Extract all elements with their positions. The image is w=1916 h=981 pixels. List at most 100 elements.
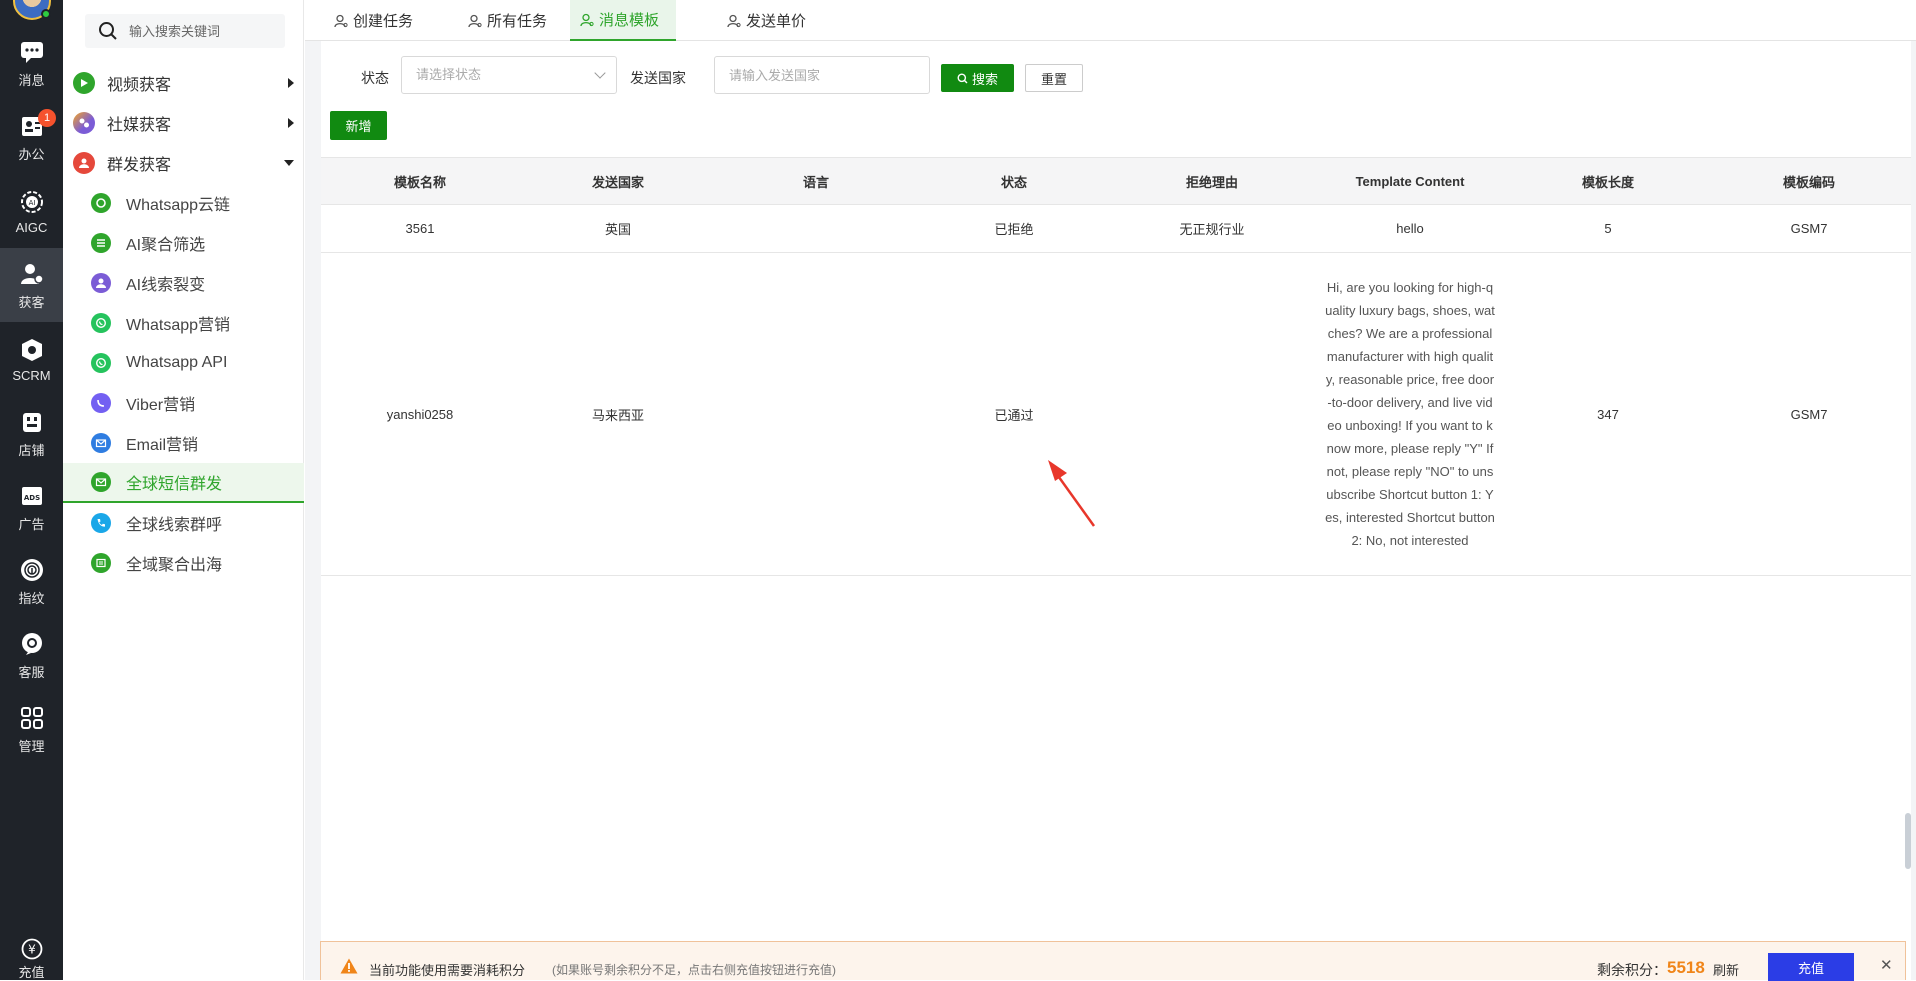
menu-item-whatsapp-api[interactable]: Whatsapp API bbox=[63, 343, 304, 383]
status-filter-label: 状态 bbox=[361, 70, 389, 86]
menu-group-label: 视频获客 bbox=[107, 77, 172, 94]
close-icon[interactable]: ✕ bbox=[1880, 956, 1893, 974]
rail-label: 充值 bbox=[18, 965, 45, 980]
online-status-dot bbox=[41, 9, 51, 19]
menu-group-social[interactable]: 社媒获客 bbox=[63, 103, 304, 143]
menu-item-ai-filter[interactable]: AI聚合筛选 bbox=[63, 223, 304, 263]
tab-send-price[interactable]: 发送单价 bbox=[717, 0, 816, 41]
cell-content: Hi, are you looking for high-quality lux… bbox=[1311, 253, 1509, 575]
rail-item-recharge[interactable]: ¥ 充值 bbox=[0, 938, 63, 981]
grid-icon bbox=[18, 704, 46, 732]
rail-item-messages[interactable]: 消息 bbox=[0, 26, 63, 100]
whatsapp-icon bbox=[91, 313, 111, 333]
cell-language bbox=[717, 253, 915, 575]
fission-icon bbox=[91, 273, 111, 293]
rail-item-acquire[interactable]: 获客 bbox=[0, 248, 63, 322]
rail-item-scrm[interactable]: SCRM bbox=[0, 322, 63, 396]
svg-text:AI: AI bbox=[28, 199, 35, 207]
col-header-language: 语言 bbox=[802, 174, 829, 190]
cell-country: 马来西亚 bbox=[591, 407, 644, 423]
user-icon bbox=[468, 14, 482, 27]
sms-icon bbox=[91, 472, 111, 492]
menu-item-viber[interactable]: Viber营销 bbox=[63, 383, 304, 423]
service-icon bbox=[18, 630, 46, 658]
menu-item-label: 全球短信群发 bbox=[126, 476, 223, 493]
warning-icon bbox=[340, 958, 358, 974]
search-button[interactable]: 搜索 bbox=[941, 64, 1014, 92]
tab-message-template[interactable]: 消息模板 bbox=[570, 0, 676, 41]
template-content-text: Hi, are you looking for high-quality lux… bbox=[1325, 280, 1495, 548]
menu-item-label: Viber营销 bbox=[126, 397, 196, 414]
menu-item-whatsapp-marketing[interactable]: Whatsapp营销 bbox=[63, 303, 304, 343]
rail-label: 管理 bbox=[18, 738, 45, 754]
status-select[interactable]: 请选择状态 bbox=[401, 56, 617, 94]
email-icon bbox=[91, 433, 111, 453]
cell-content: hello bbox=[1396, 221, 1424, 236]
col-header-encoding: 模板编码 bbox=[1782, 174, 1835, 190]
rail-item-office[interactable]: 办公 1 bbox=[0, 100, 63, 174]
rail-label: 店铺 bbox=[18, 442, 45, 458]
search-icon bbox=[98, 21, 118, 41]
menu-item-ai-fission[interactable]: AI线索裂变 bbox=[63, 263, 304, 303]
template-panel: 状态 请选择状态 发送国家 搜索 重置 新增 模板名称 发送国家 语言 状态 拒… bbox=[321, 41, 1911, 980]
menu-group-label: 群发获客 bbox=[107, 157, 172, 174]
menu-group-bulk[interactable]: 群发获客 bbox=[63, 143, 304, 183]
scrollbar-thumb[interactable] bbox=[1905, 813, 1911, 869]
add-template-button[interactable]: 新增 bbox=[330, 111, 387, 140]
rail-label: 消息 bbox=[18, 72, 45, 88]
rail-label: 广告 bbox=[18, 516, 45, 532]
rail-item-ads[interactable]: ADS 广告 bbox=[0, 470, 63, 544]
table-row[interactable]: 3561 英国 已拒绝 无正规行业 hello 5 GSM7 bbox=[321, 205, 1911, 253]
rail-item-manage[interactable]: 管理 bbox=[0, 692, 63, 766]
menu-item-global-aggregate[interactable]: 全域聚合出海 bbox=[63, 543, 304, 583]
svg-text:ADS: ADS bbox=[23, 494, 39, 502]
col-header-name: 模板名称 bbox=[393, 174, 446, 190]
cell-country: 英国 bbox=[604, 222, 631, 237]
tab-create-task[interactable]: 创建任务 bbox=[324, 0, 423, 41]
rail-item-store[interactable]: 店铺 bbox=[0, 396, 63, 470]
add-button-label: 新增 bbox=[345, 119, 372, 134]
play-icon bbox=[73, 72, 95, 94]
menu-sidebar: 视频获客 社媒获客 群发获客 Whatsapp云链 AI聚合筛选 AI线索裂变 bbox=[63, 0, 304, 980]
notification-badge: 1 bbox=[38, 109, 56, 127]
cell-name: 3561 bbox=[405, 221, 435, 236]
menu-group-video[interactable]: 视频获客 bbox=[63, 63, 304, 103]
search-button-label: 搜索 bbox=[971, 71, 998, 87]
main-content: 创建任务 所有任务 消息模板 发送单价 状态 请选择状态 发送国家 搜索 重置 bbox=[305, 0, 1916, 980]
col-header-content: Template Content bbox=[1355, 173, 1465, 189]
social-icon bbox=[73, 112, 95, 134]
cell-encoding: GSM7 bbox=[1790, 221, 1828, 236]
col-header-country: 发送国家 bbox=[591, 174, 644, 190]
tab-all-tasks[interactable]: 所有任务 bbox=[458, 0, 557, 41]
reset-button[interactable]: 重置 bbox=[1025, 64, 1083, 92]
rail-item-aigc[interactable]: AI AIGC bbox=[0, 174, 63, 248]
rail-label: 办公 bbox=[18, 146, 45, 162]
rail-item-service[interactable]: 客服 bbox=[0, 618, 63, 692]
menu-item-email[interactable]: Email营销 bbox=[63, 423, 304, 463]
user-icon bbox=[580, 13, 594, 26]
points-value: 5518 bbox=[1667, 958, 1705, 977]
cell-reason: 无正规行业 bbox=[1179, 222, 1245, 237]
cell-length: 347 bbox=[1597, 406, 1619, 422]
col-header-reason: 拒绝理由 bbox=[1185, 174, 1238, 190]
rail-item-fingerprint[interactable]: 指纹 bbox=[0, 544, 63, 618]
recharge-button[interactable]: 充值 bbox=[1768, 953, 1854, 981]
cell-reason bbox=[1113, 253, 1311, 575]
menu-item-global-sms[interactable]: 全球短信群发 bbox=[63, 463, 304, 503]
menu-item-label: Whatsapp云链 bbox=[126, 197, 231, 214]
menu-item-label: Email营销 bbox=[126, 437, 199, 454]
rail-label: 获客 bbox=[18, 294, 45, 310]
country-input[interactable] bbox=[714, 56, 930, 94]
user-acquire-icon bbox=[18, 260, 46, 288]
menu-item-whatsapp-cloud[interactable]: Whatsapp云链 bbox=[63, 183, 304, 223]
menu-item-label: AI线索裂变 bbox=[126, 277, 206, 294]
yen-icon: ¥ bbox=[0, 938, 63, 960]
viber-icon bbox=[91, 393, 111, 413]
menu-item-global-call[interactable]: 全球线索群呼 bbox=[63, 503, 304, 543]
tab-label: 所有任务 bbox=[487, 13, 548, 30]
chevron-down-icon bbox=[594, 67, 606, 79]
menu-item-label: 全域聚合出海 bbox=[126, 557, 223, 574]
menu-search-input[interactable] bbox=[129, 16, 279, 46]
refresh-link[interactable]: 刷新 bbox=[1713, 960, 1739, 979]
tab-bar: 创建任务 所有任务 消息模板 发送单价 bbox=[305, 0, 1916, 41]
